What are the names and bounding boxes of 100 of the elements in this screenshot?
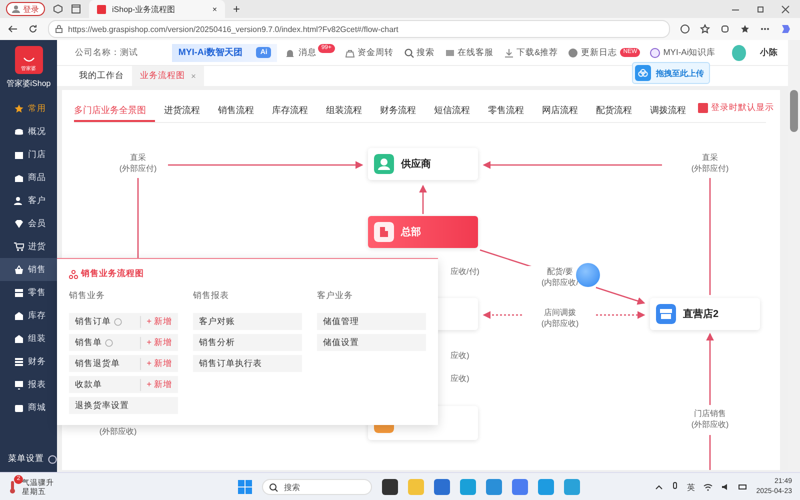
sidebar-item[interactable]: 零售 (0, 281, 57, 304)
sidebar-item[interactable]: 门店 (0, 143, 57, 166)
profile-button[interactable]: 登录 (6, 2, 45, 16)
flow-tab[interactable]: 进货流程 (155, 100, 209, 122)
upload-drop-hint[interactable]: 拖拽至此上传 (632, 62, 710, 84)
sidebar-item[interactable]: 商品 (0, 166, 57, 189)
sidebar-item[interactable]: 财务 (0, 350, 57, 373)
input-language[interactable]: 英 (687, 482, 696, 492)
flow-tab[interactable]: 组装流程 (317, 100, 371, 122)
new-tab-button[interactable]: + (233, 2, 240, 16)
wifi-icon[interactable] (703, 483, 714, 491)
sidebar-item[interactable]: 库存 (0, 304, 57, 327)
flow-node[interactable]: 直营店2 (650, 298, 760, 330)
maximize-icon[interactable] (756, 4, 765, 14)
back-icon[interactable] (8, 24, 18, 34)
start-icon[interactable] (238, 480, 252, 494)
taskbar-search-field[interactable]: 搜索 (262, 479, 372, 495)
favorites-icon[interactable] (740, 24, 750, 34)
flow-tab[interactable]: 库存流程 (263, 100, 317, 122)
brand-name: 管家婆iShop (5, 78, 52, 89)
add-link[interactable]: + 新增 (140, 358, 178, 370)
page-tab[interactable]: 我的工作台 (71, 66, 132, 86)
company-name: 公司名称：测试 (75, 46, 139, 59)
menu-link[interactable]: 退换货率设置 (69, 400, 178, 412)
lock-icon (55, 25, 63, 33)
menu-link[interactable]: 收款单 (69, 378, 140, 390)
house-icon (14, 334, 24, 344)
column-heading: 销售业务 (69, 290, 106, 302)
add-link[interactable]: + 新增 (140, 378, 178, 390)
sidebar-item[interactable]: 概况 (0, 120, 57, 143)
bell-icon (285, 48, 296, 58)
basket-icon (14, 264, 24, 274)
flow-tab[interactable]: 销售流程 (209, 100, 263, 122)
sidebar-item[interactable]: 常用 (0, 97, 57, 120)
close-icon[interactable] (781, 4, 790, 14)
flow-tab[interactable]: 配货流程 (587, 100, 641, 122)
menu-link[interactable]: 销售订单 (69, 316, 140, 328)
toolbar-link[interactable]: 在线客服 (444, 44, 494, 62)
toolbar-link[interactable]: 资金周转 (344, 44, 394, 62)
column-heading: 销售报表 (193, 290, 230, 302)
tab-icon[interactable] (71, 4, 81, 14)
sidebar-item[interactable]: 进货 (0, 235, 57, 258)
toolbar-link[interactable]: MYI-Ai知识库 (650, 44, 716, 62)
connector-label: 店间调拨 (内部应收) (524, 307, 596, 329)
flow-tab[interactable]: 多门店业务全景图 (74, 100, 155, 122)
flow-tab[interactable]: 财务流程 (371, 100, 425, 122)
flow-tab[interactable]: 网店流程 (533, 100, 587, 122)
star-icon (14, 104, 24, 114)
toolbar-link[interactable]: 下载&推荐 (504, 44, 558, 62)
person-icon (374, 154, 394, 174)
menu-link[interactable]: 储值管理 (317, 316, 426, 328)
star-icon[interactable] (700, 24, 710, 34)
flow-tab[interactable]: 调拨流程 (641, 100, 695, 122)
connector-arrow (419, 184, 427, 214)
toolbar-link[interactable]: 搜索 (404, 44, 435, 62)
refresh-icon[interactable] (28, 24, 38, 34)
search-icon (404, 48, 414, 58)
menu-link[interactable]: 销售单 (69, 336, 140, 348)
register-icon (14, 288, 24, 298)
user-name[interactable]: 小陈 (760, 46, 778, 59)
flow-node[interactable]: 供应商 (368, 148, 478, 180)
connector-line (709, 435, 711, 470)
monitor-icon (14, 380, 24, 390)
chevron-up-icon[interactable] (655, 483, 664, 491)
microphone-icon[interactable] (671, 482, 680, 492)
download-icon (504, 48, 514, 58)
browser-tab[interactable]: iShop-业务流程图 × (89, 0, 225, 18)
column-heading: 客户业务 (317, 290, 354, 302)
menu-link[interactable]: 储值设置 (317, 336, 426, 348)
menu-link[interactable]: 销售订单执行表 (193, 358, 302, 370)
person-icon (14, 196, 24, 206)
cart-icon (14, 242, 24, 252)
search-icon (269, 482, 278, 492)
house-icon (14, 310, 24, 320)
sidebar-item[interactable]: 商城 (0, 396, 57, 419)
sidebar-item[interactable]: 组装 (0, 327, 57, 350)
cloud-icon (638, 69, 648, 77)
page-tab[interactable]: 业务流程图 × (132, 66, 204, 86)
help-icon (48, 454, 57, 464)
diamond-icon (14, 218, 24, 228)
menu-link[interactable]: 销售分析 (193, 336, 302, 348)
address-field[interactable]: https://web.graspishop.com/version/20250416_version9.7.0/index.html?Fv82Gcet#/flow-chart (48, 20, 670, 38)
battery-icon[interactable] (738, 483, 748, 491)
sidebar-item[interactable]: 会员 (0, 212, 57, 235)
menu-link[interactable]: 客户对账 (193, 316, 302, 328)
flow-tab[interactable]: 短信流程 (425, 100, 479, 122)
flow-tab[interactable]: 零售流程 (479, 100, 533, 122)
thermometer-icon (8, 480, 18, 494)
flyout-title: 销售业务流程图 (81, 268, 144, 280)
floating-assistant-button[interactable] (576, 263, 600, 287)
add-link[interactable]: + 新增 (140, 316, 178, 328)
default-display-checkbox[interactable]: 登录时默认显示 (698, 102, 774, 114)
sidebar-item[interactable]: 销售 (0, 258, 57, 281)
sidebar-item[interactable]: 报表 (0, 373, 57, 396)
menu-settings-button[interactable]: 菜单设置 (0, 446, 57, 472)
taskbar-app-icon[interactable] (382, 479, 398, 495)
add-link[interactable]: + 新增 (140, 336, 178, 348)
sidebar-item[interactable]: 客户 (0, 189, 57, 212)
building-icon (374, 222, 394, 242)
menu-link[interactable]: 销售退货单 (69, 358, 140, 370)
